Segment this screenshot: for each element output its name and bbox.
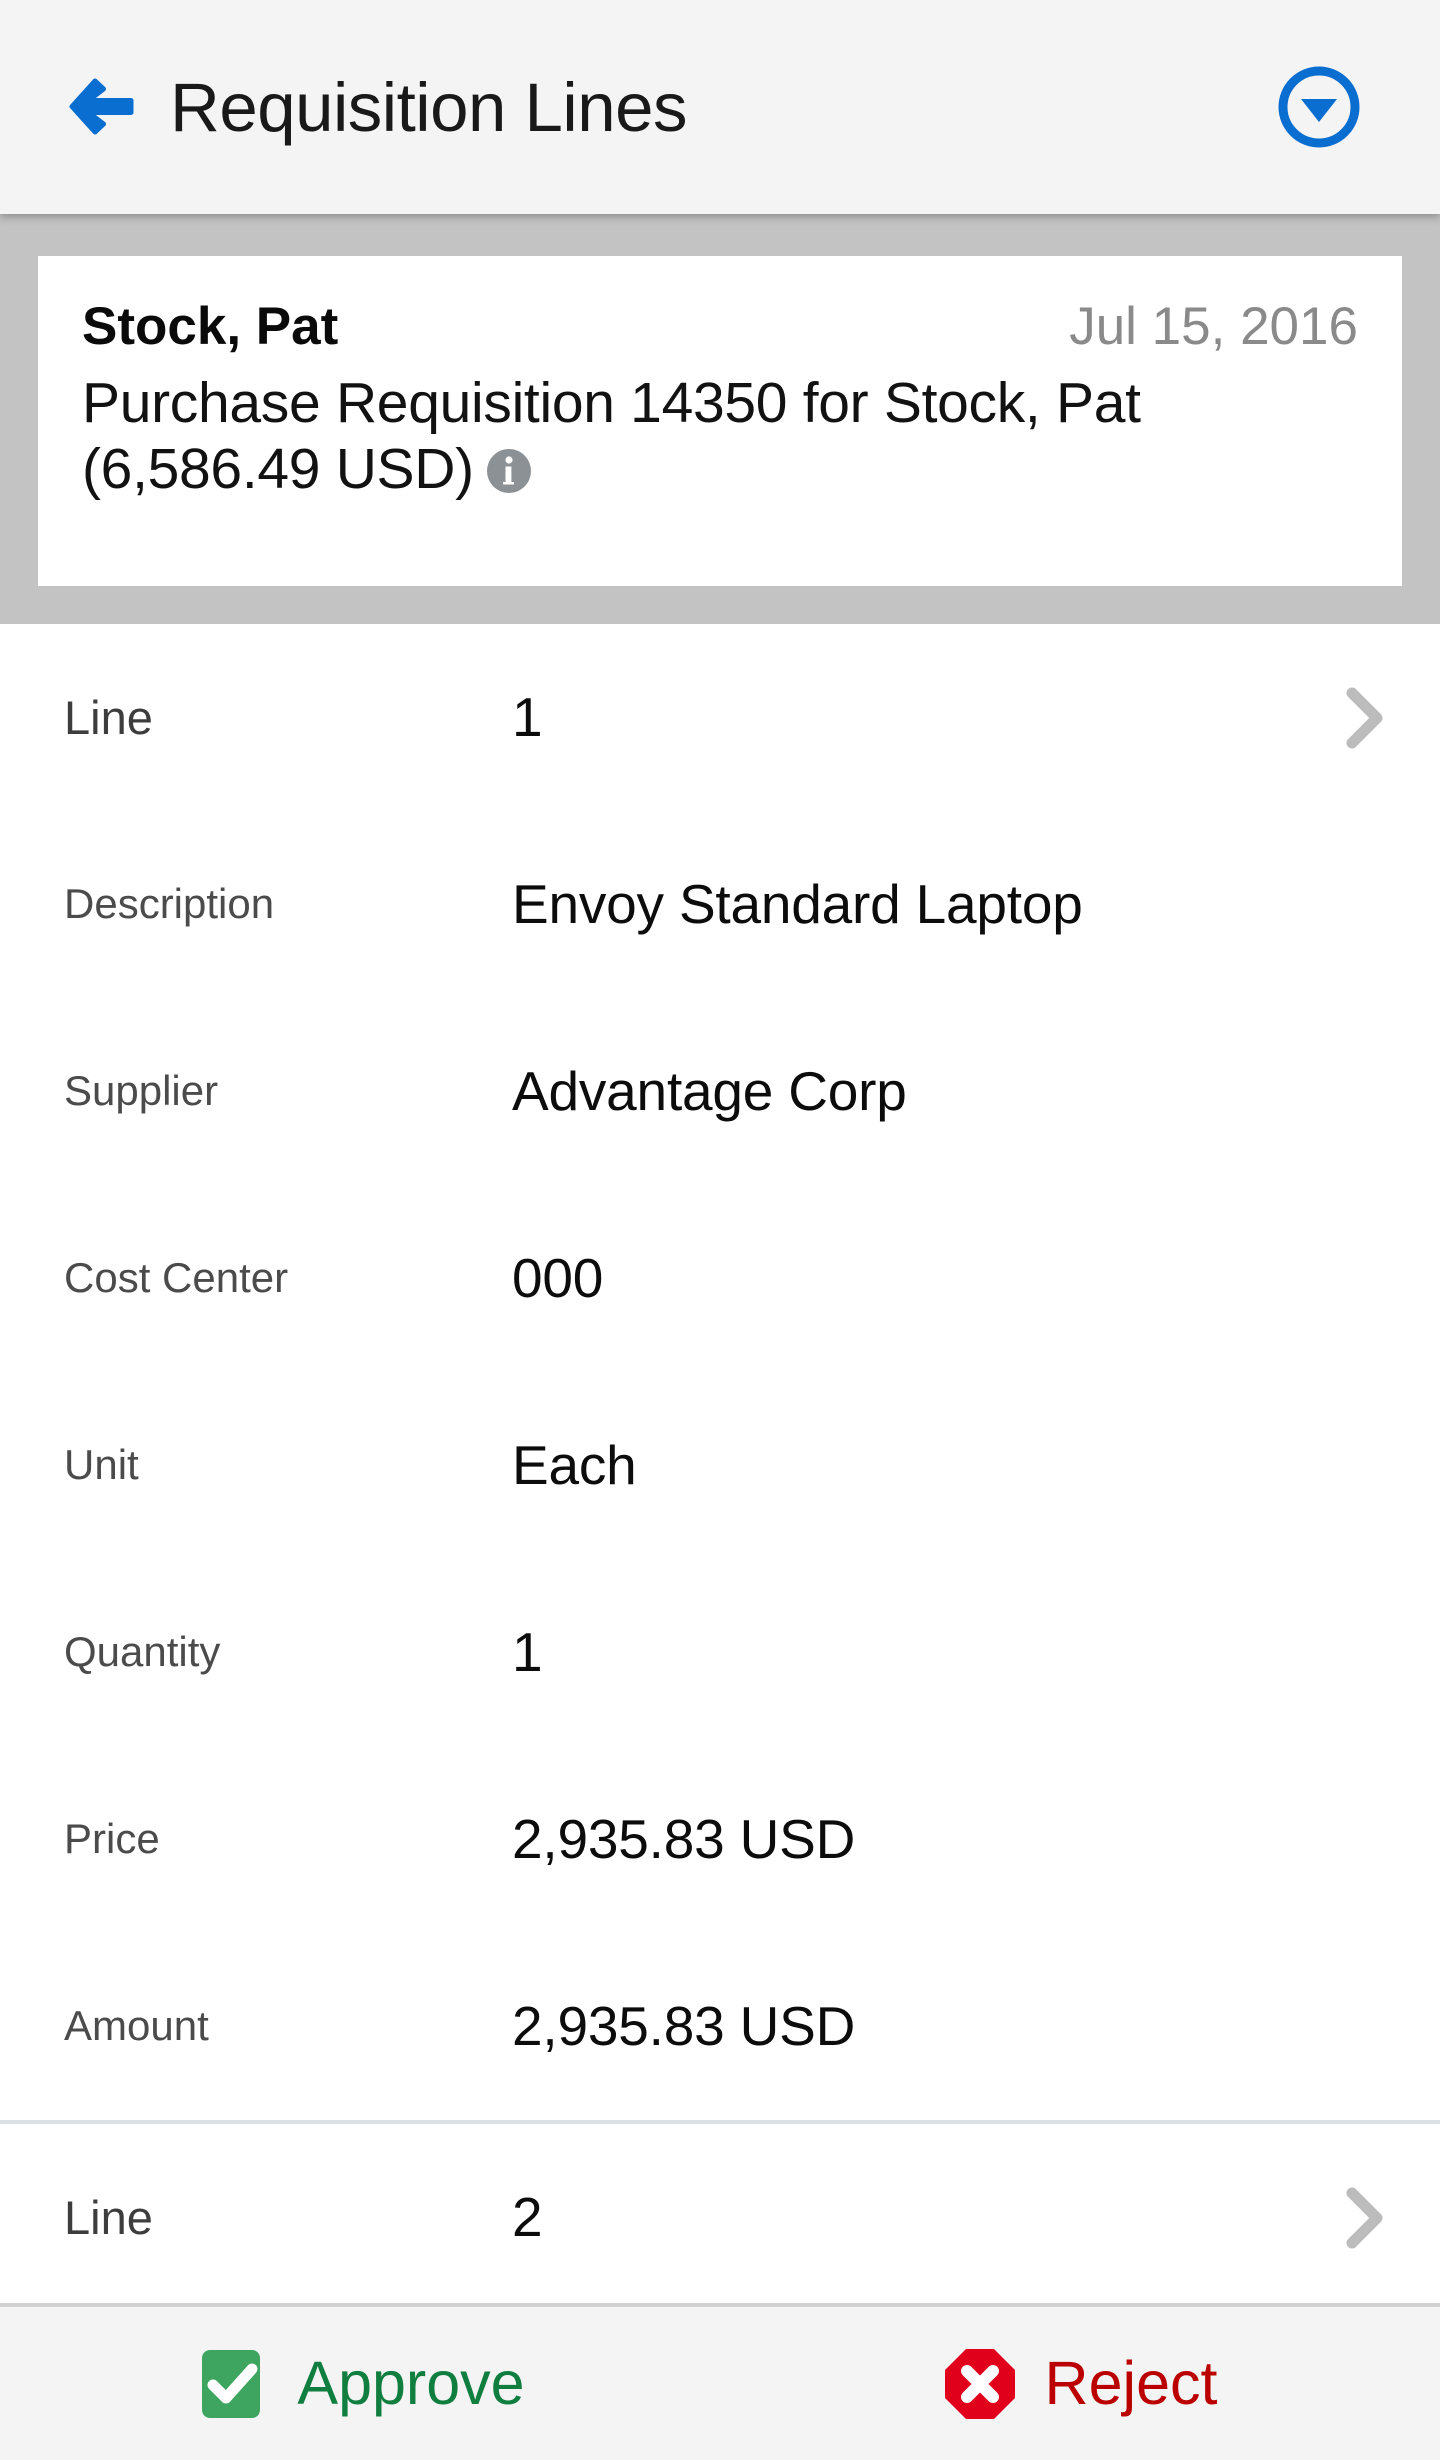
row-value: Envoy Standard Laptop (512, 873, 1083, 936)
requester-name: Stock, Pat (82, 297, 339, 356)
row-label: Supplier (64, 1067, 219, 1115)
row-label: Quantity (64, 1628, 221, 1676)
row-label: Cost Center (64, 1254, 289, 1302)
row-label: Description (64, 880, 275, 928)
card-header-row: Stock, Pat Jul 15, 2016 (82, 297, 1358, 356)
detail-row: Unit Each (0, 1372, 1440, 1559)
row-value: 1 (512, 1621, 543, 1684)
row-label: Line (64, 690, 153, 744)
requisition-date: Jul 15, 2016 (1069, 297, 1358, 356)
requisition-summary-card[interactable]: Stock, Pat Jul 15, 2016 Purchase Requisi… (38, 256, 1402, 586)
chevron-right-icon (1346, 687, 1383, 748)
detail-row: Price 2,935.83 USD (0, 1746, 1440, 1933)
row-label: Unit (64, 1441, 139, 1489)
line-items-list: Line 1 Description Envoy Standard Laptop Sup… (0, 624, 1440, 2311)
row-value: 2,935.83 USD (512, 1808, 856, 1871)
row-value: 1 (512, 686, 543, 749)
expand-dropdown-button[interactable] (1254, 42, 1384, 172)
requisition-description: Purchase Requisition 14350 for Stock, Pa… (82, 370, 1358, 502)
approve-button[interactable]: Approve (0, 2307, 720, 2460)
detail-row: Description Envoy Standard Laptop (0, 811, 1440, 998)
detail-row: Cost Center 000 (0, 1185, 1440, 1372)
chevron-down-circle-icon (1278, 66, 1360, 148)
arrow-left-icon (69, 78, 134, 135)
page-title: Requisition Lines (170, 68, 688, 146)
detail-row: Quantity 1 (0, 1559, 1440, 1746)
info-icon[interactable] (486, 448, 532, 494)
row-label: Amount (64, 2002, 209, 2050)
requisition-lines-screen: Requisition Lines Stock, Pat Jul 15, 201… (0, 0, 1440, 2460)
app-header: Requisition Lines (0, 0, 1440, 214)
back-button[interactable] (42, 48, 160, 166)
x-octagon-icon (944, 2348, 1015, 2419)
row-value: 2 (512, 2186, 543, 2249)
detail-row: Supplier Advantage Corp (0, 998, 1440, 1185)
row-value: Each (512, 1434, 637, 1497)
chevron-right-icon (1346, 2187, 1383, 2248)
detail-row: Amount 2,935.83 USD (0, 1933, 1440, 2120)
check-square-icon (202, 2349, 261, 2418)
row-value: 000 (512, 1247, 604, 1310)
row-value: 2,935.83 USD (512, 1995, 856, 2058)
requisition-description-text: Purchase Requisition 14350 for Stock, Pa… (82, 371, 1141, 502)
reject-label: Reject (1044, 2349, 1218, 2417)
approve-label: Approve (297, 2349, 525, 2417)
action-footer: Approve Reject (0, 2303, 1440, 2460)
line-header-row[interactable]: Line 2 (0, 2124, 1440, 2311)
row-label: Price (64, 1815, 160, 1863)
row-value: Advantage Corp (512, 1060, 907, 1123)
reject-button[interactable]: Reject (720, 2307, 1440, 2460)
line-header-row[interactable]: Line 1 (0, 624, 1440, 811)
row-label: Line (64, 2190, 153, 2244)
